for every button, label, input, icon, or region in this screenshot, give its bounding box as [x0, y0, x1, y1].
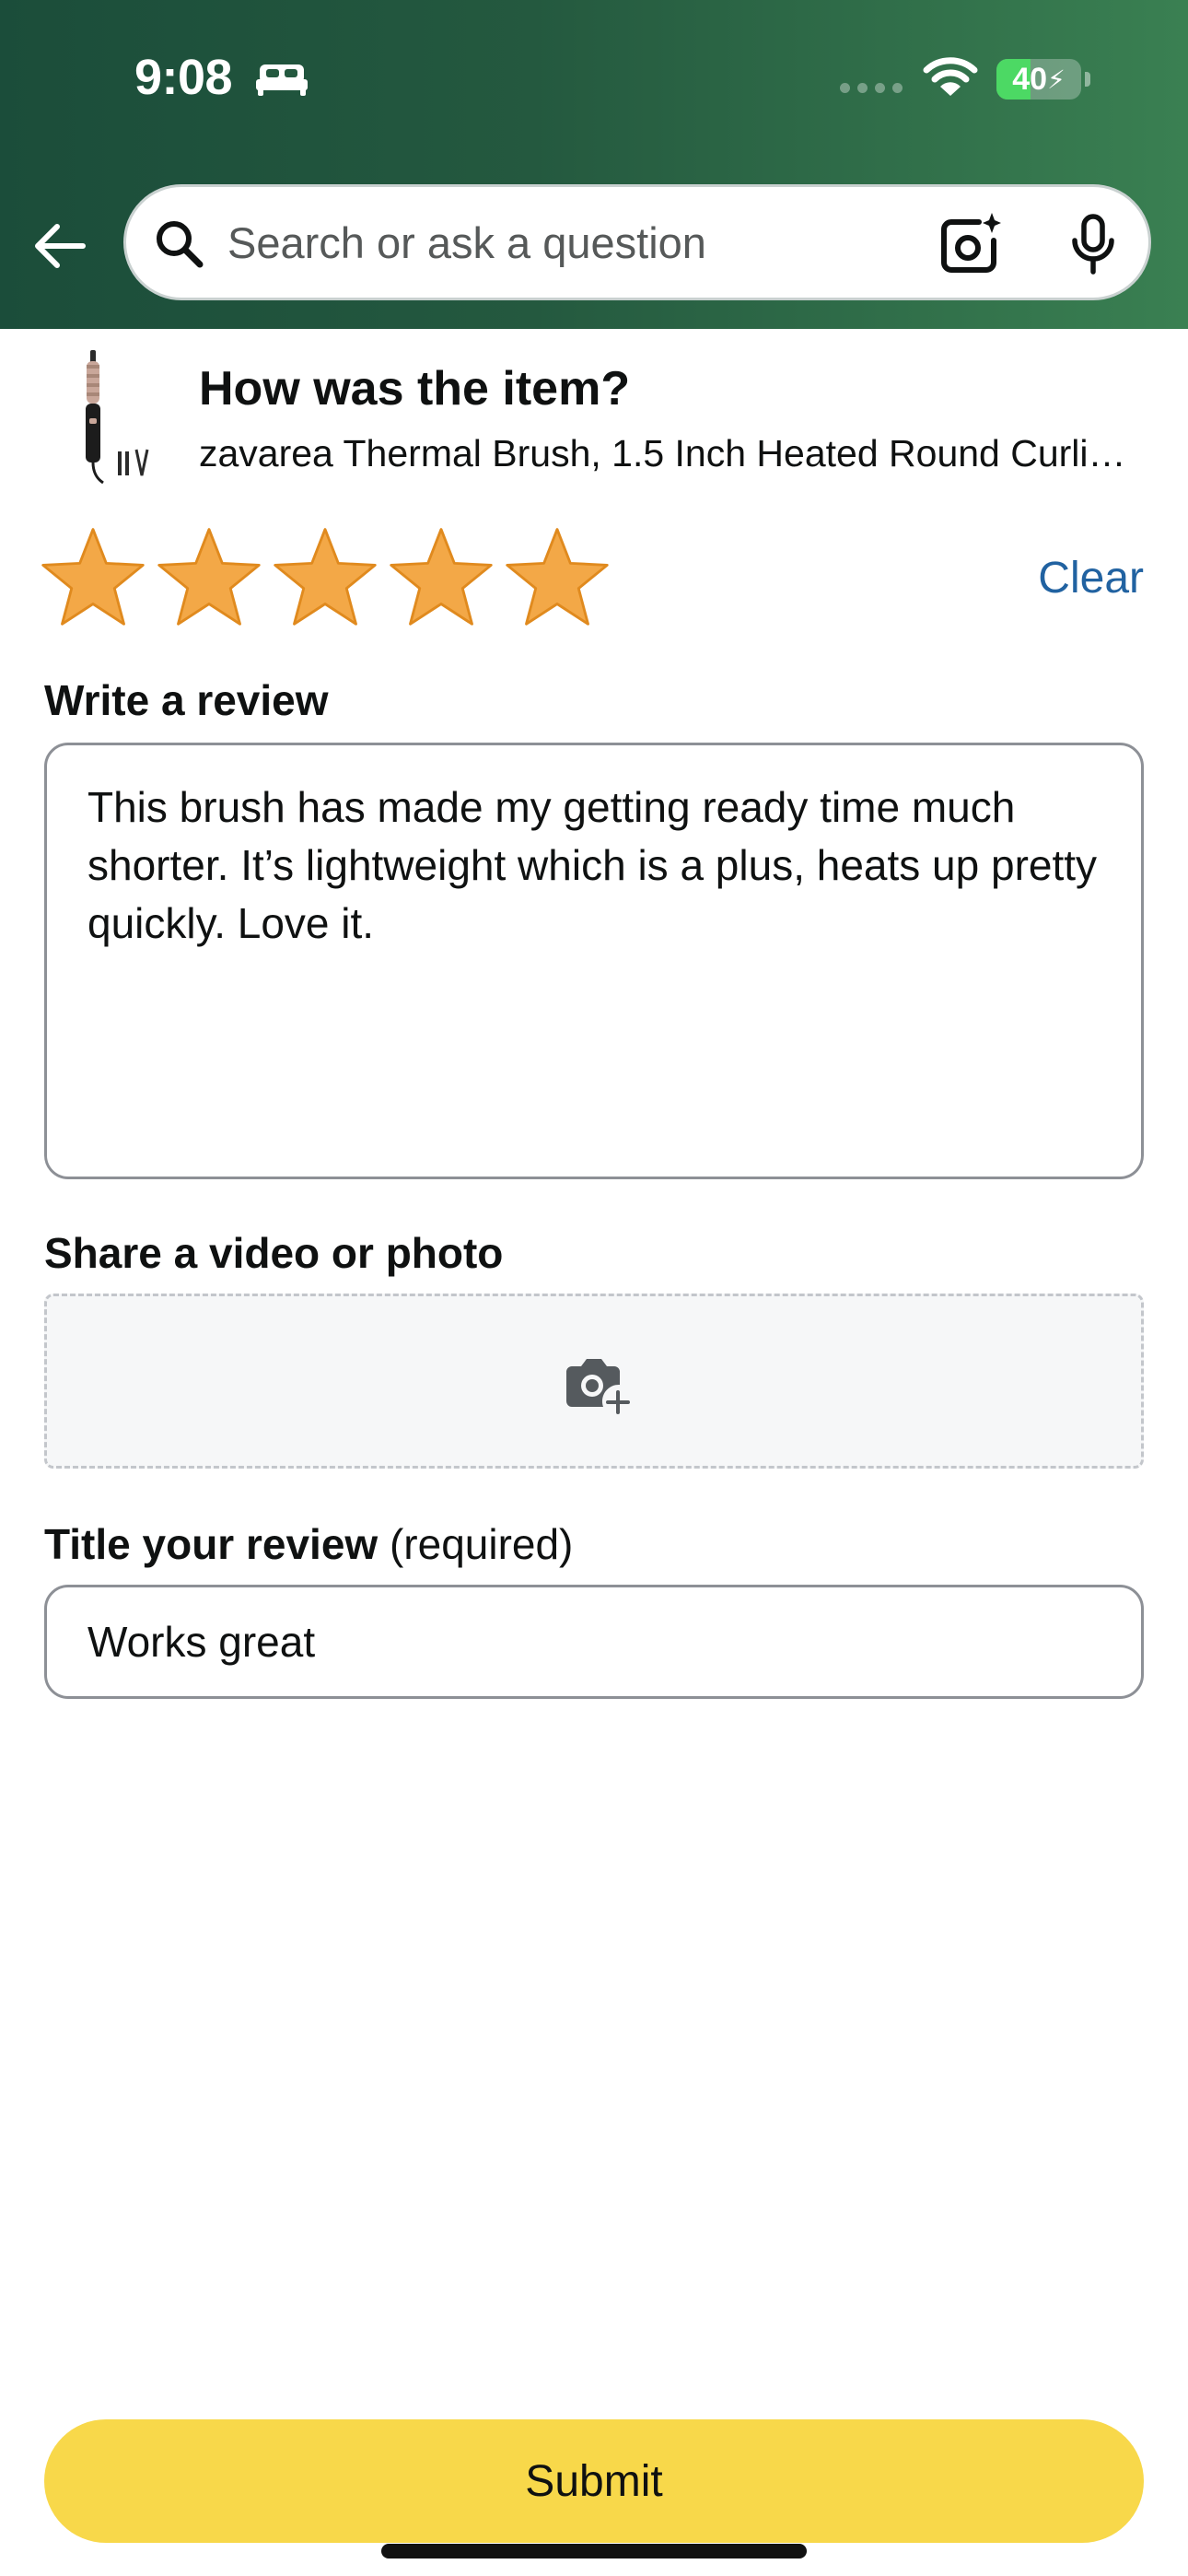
add-media-dropzone[interactable]	[44, 1294, 1144, 1469]
review-title-input[interactable]: Works great	[44, 1585, 1144, 1699]
title-label-text: Title your review	[44, 1520, 379, 1568]
star-rating[interactable]	[41, 525, 610, 630]
wifi-icon	[923, 57, 978, 96]
microphone-icon[interactable]	[1064, 213, 1123, 275]
search-input[interactable]	[227, 187, 872, 298]
star-icon[interactable]	[505, 525, 610, 630]
camera-lens-icon[interactable]	[938, 211, 1003, 275]
add-photo-icon	[566, 1359, 630, 1414]
home-indicator	[381, 2544, 807, 2558]
submit-button[interactable]: Submit	[44, 2419, 1144, 2543]
title-label: Title your review (required)	[44, 1518, 573, 1570]
app-header: 9:08 40 ⚡	[0, 0, 1188, 329]
clear-rating-link[interactable]: Clear	[1038, 553, 1144, 604]
back-arrow-icon[interactable]	[31, 217, 88, 275]
search-bar[interactable]	[123, 184, 1151, 300]
search-icon	[157, 221, 204, 268]
battery-percent: 40 ⚡	[1012, 61, 1066, 97]
star-icon[interactable]	[41, 525, 146, 630]
product-image	[86, 350, 149, 485]
title-required-note: (required)	[389, 1520, 574, 1568]
review-label: Write a review	[44, 676, 329, 724]
star-icon[interactable]	[273, 525, 378, 630]
media-label: Share a video or photo	[44, 1229, 504, 1277]
review-textarea[interactable]: This brush has made my getting ready tim…	[44, 743, 1144, 1179]
star-icon[interactable]	[389, 525, 494, 630]
bed-icon	[256, 64, 308, 96]
rating-prompt-heading: How was the item?	[199, 362, 631, 416]
battery-icon: 40 ⚡	[996, 59, 1081, 100]
star-icon[interactable]	[157, 525, 262, 630]
product-name: zavarea Thermal Brush, 1.5 Inch Heated R…	[199, 432, 1138, 474]
battery-nub	[1085, 72, 1090, 87]
status-time: 9:08	[134, 50, 233, 105]
cellular-signal	[840, 83, 903, 93]
